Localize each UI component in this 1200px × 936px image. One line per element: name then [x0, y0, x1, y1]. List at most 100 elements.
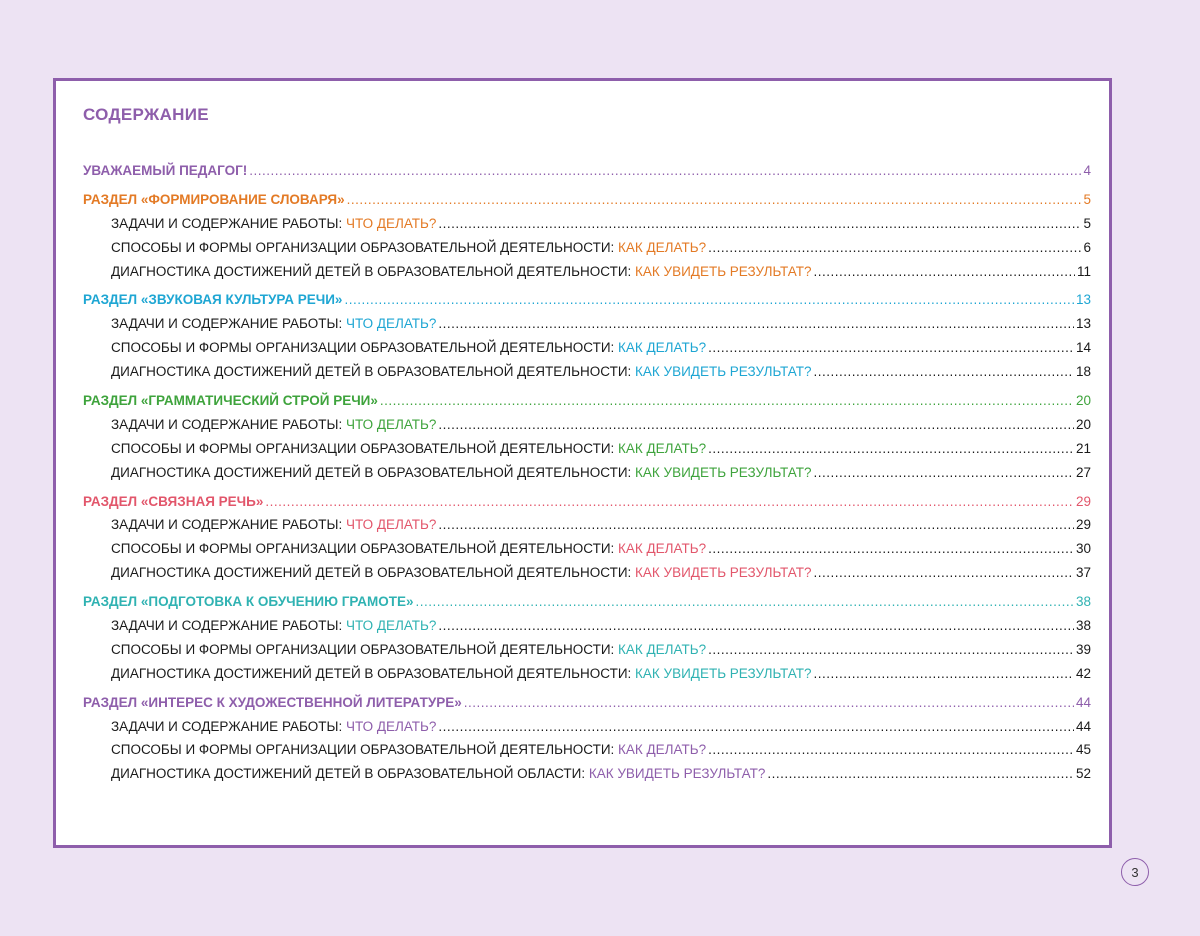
toc-subsection[interactable]: СПОСОБЫ И ФОРМЫ ОРГАНИЗАЦИИ ОБРАЗОВАТЕЛЬ… — [83, 638, 1091, 662]
section-title: РАЗДЕЛ «СВЯЗНАЯ РЕЧЬ» — [83, 493, 264, 509]
subsection-label: ДИАГНОСТИКА ДОСТИЖЕНИЙ ДЕТЕЙ В ОБРАЗОВАТ… — [111, 565, 636, 581]
toc-page-number: 38 — [1075, 618, 1091, 634]
subsection-label: ЗАДАЧИ И СОДЕРЖАНИЕ РАБОТЫ: — [111, 215, 346, 231]
subsection-highlight: КАК ДЕЛАТЬ? — [618, 541, 707, 557]
toc-leader-dots — [814, 360, 1074, 384]
toc-intro[interactable]: УВАЖАЕМЫЙ ПЕДАГОГ! 4 — [83, 159, 1091, 183]
toc-section-heading[interactable]: РАЗДЕЛ «ИНТЕРЕС К ХУДОЖЕСТВЕННОЙ ЛИТЕРАТ… — [83, 691, 1091, 715]
subsection-highlight: КАК ДЕЛАТЬ? — [618, 239, 707, 255]
subsection-label: ДИАГНОСТИКА ДОСТИЖЕНИЙ ДЕТЕЙ В ОБРАЗОВАТ… — [111, 766, 589, 782]
subsection-label: ЗАДАЧИ И СОДЕРЖАНИЕ РАБОТЫ: — [111, 618, 346, 634]
toc-page-number: 4 — [1083, 163, 1091, 178]
toc-section-heading[interactable]: РАЗДЕЛ «ГРАММАТИЧЕСКИЙ СТРОЙ РЕЧИ» 20 — [83, 389, 1091, 413]
subsection-label: СПОСОБЫ И ФОРМЫ ОРГАНИЗАЦИИ ОБРАЗОВАТЕЛЬ… — [111, 541, 619, 557]
subsection-highlight: КАК УВИДЕТЬ РЕЗУЛЬТАТ? — [635, 263, 812, 279]
subsection-label: ЗАДАЧИ И СОДЕРЖАНИЕ РАБОТЫ: — [111, 517, 346, 533]
subsection-highlight: ЧТО ДЕЛАТЬ? — [345, 618, 437, 634]
toc-list: УВАЖАЕМЫЙ ПЕДАГОГ! 4 РАЗДЕЛ «ФОРМИРОВАНИ… — [83, 159, 1091, 786]
subsection-highlight: ЧТО ДЕЛАТЬ? — [345, 215, 437, 231]
subsection-label: ЗАДАЧИ И СОДЕРЖАНИЕ РАБОТЫ: — [111, 416, 346, 432]
toc-page-number: 52 — [1075, 766, 1091, 782]
toc-page-number: 13 — [1075, 316, 1091, 332]
subsection-label: ЗАДАЧИ И СОДЕРЖАНИЕ РАБОТЫ: — [111, 316, 346, 332]
toc-leader-dots — [416, 590, 1074, 614]
toc-leader-dots — [347, 188, 1082, 212]
subsection-label: ЗАДАЧИ И СОДЕРЖАНИЕ РАБОТЫ: — [111, 718, 346, 734]
toc-leader-dots — [438, 513, 1074, 537]
toc-subsection[interactable]: ДИАГНОСТИКА ДОСТИЖЕНИЙ ДЕТЕЙ В ОБРАЗОВАТ… — [83, 260, 1091, 284]
subsection-highlight: КАК ДЕЛАТЬ? — [618, 440, 707, 456]
subsection-highlight: ЧТО ДЕЛАТЬ? — [345, 718, 437, 734]
subsection-highlight: КАК УВИДЕТЬ РЕЗУЛЬТАТ? — [635, 364, 812, 380]
toc-page-number: 11 — [1076, 263, 1091, 279]
toc-leader-dots — [438, 715, 1074, 739]
subsection-highlight: ЧТО ДЕЛАТЬ? — [345, 517, 437, 533]
toc-leader-dots — [464, 691, 1074, 715]
toc-section-heading[interactable]: РАЗДЕЛ «ФОРМИРОВАНИЕ СЛОВАРЯ» 5 — [83, 188, 1091, 212]
toc-leader-dots — [344, 288, 1074, 312]
toc-leader-dots — [438, 614, 1074, 638]
toc-page-number: 29 — [1075, 493, 1091, 509]
toc-subsection[interactable]: ЗАДАЧИ И СОДЕРЖАНИЕ РАБОТЫ: ЧТО ДЕЛАТЬ? … — [83, 413, 1091, 437]
toc-leader-dots — [265, 490, 1074, 514]
toc-subsection[interactable]: ДИАГНОСТИКА ДОСТИЖЕНИЙ ДЕТЕЙ В ОБРАЗОВАТ… — [83, 461, 1091, 485]
toc-subsection[interactable]: СПОСОБЫ И ФОРМЫ ОРГАНИЗАЦИИ ОБРАЗОВАТЕЛЬ… — [83, 437, 1091, 461]
toc-leader-dots — [708, 638, 1074, 662]
toc-subsection[interactable]: ЗАДАЧИ И СОДЕРЖАНИЕ РАБОТЫ: ЧТО ДЕЛАТЬ? … — [83, 614, 1091, 638]
toc-leader-dots — [708, 738, 1074, 762]
toc-page-number: 20 — [1075, 416, 1091, 432]
toc-leader-dots — [380, 389, 1074, 413]
toc-page-number: 44 — [1075, 718, 1091, 734]
toc-page-number: 6 — [1083, 239, 1091, 255]
toc-subsection[interactable]: ДИАГНОСТИКА ДОСТИЖЕНИЙ ДЕТЕЙ В ОБРАЗОВАТ… — [83, 662, 1091, 686]
subsection-label: ДИАГНОСТИКА ДОСТИЖЕНИЙ ДЕТЕЙ В ОБРАЗОВАТ… — [111, 665, 636, 681]
toc-subsection[interactable]: СПОСОБЫ И ФОРМЫ ОРГАНИЗАЦИИ ОБРАЗОВАТЕЛЬ… — [83, 336, 1091, 360]
page-title: СОДЕРЖАНИЕ — [83, 105, 209, 124]
toc-section-heading[interactable]: РАЗДЕЛ «СВЯЗНАЯ РЕЧЬ» 29 — [83, 490, 1091, 514]
toc-page-number: 14 — [1075, 340, 1091, 356]
toc-subsection[interactable]: СПОСОБЫ И ФОРМЫ ОРГАНИЗАЦИИ ОБРАЗОВАТЕЛЬ… — [83, 738, 1091, 762]
toc-subsection[interactable]: СПОСОБЫ И ФОРМЫ ОРГАНИЗАЦИИ ОБРАЗОВАТЕЛЬ… — [83, 537, 1091, 561]
toc-page-number: 20 — [1075, 393, 1091, 409]
toc-leader-dots — [814, 260, 1075, 284]
subsection-label: СПОСОБЫ И ФОРМЫ ОРГАНИЗАЦИИ ОБРАЗОВАТЕЛЬ… — [111, 742, 619, 758]
toc-subsection[interactable]: ДИАГНОСТИКА ДОСТИЖЕНИЙ ДЕТЕЙ В ОБРАЗОВАТ… — [83, 561, 1091, 585]
toc-page-number: 30 — [1075, 541, 1091, 557]
toc-leader-dots — [708, 537, 1074, 561]
toc-subsection[interactable]: ЗАДАЧИ И СОДЕРЖАНИЕ РАБОТЫ: ЧТО ДЕЛАТЬ? … — [83, 513, 1091, 537]
toc-page-number: 27 — [1075, 464, 1091, 480]
toc-leader-dots — [708, 437, 1074, 461]
toc-subsection[interactable]: ЗАДАЧИ И СОДЕРЖАНИЕ РАБОТЫ: ЧТО ДЕЛАТЬ? … — [83, 312, 1091, 336]
subsection-label: СПОСОБЫ И ФОРМЫ ОРГАНИЗАЦИИ ОБРАЗОВАТЕЛЬ… — [111, 239, 619, 255]
section-title: РАЗДЕЛ «ИНТЕРЕС К ХУДОЖЕСТВЕННОЙ ЛИТЕРАТ… — [83, 694, 462, 710]
subsection-label: ДИАГНОСТИКА ДОСТИЖЕНИЙ ДЕТЕЙ В ОБРАЗОВАТ… — [111, 263, 636, 279]
subsection-highlight: КАК ДЕЛАТЬ? — [618, 641, 707, 657]
toc-leader-dots — [708, 336, 1074, 360]
section-title: РАЗДЕЛ «ФОРМИРОВАНИЕ СЛОВАРЯ» — [83, 191, 345, 207]
toc-subsection[interactable]: СПОСОБЫ И ФОРМЫ ОРГАНИЗАЦИИ ОБРАЗОВАТЕЛЬ… — [83, 236, 1091, 260]
section-title: РАЗДЕЛ «ГРАММАТИЧЕСКИЙ СТРОЙ РЕЧИ» — [83, 393, 378, 409]
toc-subsection[interactable]: ЗАДАЧИ И СОДЕРЖАНИЕ РАБОТЫ: ЧТО ДЕЛАТЬ? … — [83, 212, 1091, 236]
subsection-label: СПОСОБЫ И ФОРМЫ ОРГАНИЗАЦИИ ОБРАЗОВАТЕЛЬ… — [111, 340, 619, 356]
subsection-highlight: КАК УВИДЕТЬ РЕЗУЛЬТАТ? — [635, 565, 812, 581]
toc-page-number: 44 — [1075, 694, 1091, 710]
toc-page: СОДЕРЖАНИЕ УВАЖАЕМЫЙ ПЕДАГОГ! 4 РАЗДЕЛ «… — [53, 78, 1112, 848]
toc-leader-dots — [249, 159, 1081, 183]
toc-page-number: 29 — [1075, 517, 1091, 533]
subsection-highlight: ЧТО ДЕЛАТЬ? — [345, 316, 437, 332]
toc-subsection[interactable]: ДИАГНОСТИКА ДОСТИЖЕНИЙ ДЕТЕЙ В ОБРАЗОВАТ… — [83, 360, 1091, 384]
toc-page-number: 37 — [1075, 565, 1091, 581]
toc-section-heading[interactable]: РАЗДЕЛ «ПОДГОТОВКА К ОБУЧЕНИЮ ГРАМОТЕ» 3… — [83, 590, 1091, 614]
toc-subsection[interactable]: ЗАДАЧИ И СОДЕРЖАНИЕ РАБОТЫ: ЧТО ДЕЛАТЬ? … — [83, 715, 1091, 739]
subsection-highlight: КАК УВИДЕТЬ РЕЗУЛЬТАТ? — [635, 464, 812, 480]
subsection-label: ДИАГНОСТИКА ДОСТИЖЕНИЙ ДЕТЕЙ В ОБРАЗОВАТ… — [111, 364, 636, 380]
subsection-label: СПОСОБЫ И ФОРМЫ ОРГАНИЗАЦИИ ОБРАЗОВАТЕЛЬ… — [111, 641, 619, 657]
toc-subsection[interactable]: ДИАГНОСТИКА ДОСТИЖЕНИЙ ДЕТЕЙ В ОБРАЗОВАТ… — [83, 762, 1091, 786]
subsection-highlight: ЧТО ДЕЛАТЬ? — [345, 416, 437, 432]
section-title: РАЗДЕЛ «ЗВУКОВАЯ КУЛЬТУРА РЕЧИ» — [83, 292, 343, 308]
toc-leader-dots — [814, 561, 1074, 585]
toc-section-heading[interactable]: РАЗДЕЛ «ЗВУКОВАЯ КУЛЬТУРА РЕЧИ» 13 — [83, 288, 1091, 312]
toc-page-number: 13 — [1075, 292, 1091, 308]
subsection-highlight: КАК ДЕЛАТЬ? — [618, 742, 707, 758]
toc-intro-label: УВАЖАЕМЫЙ ПЕДАГОГ! — [83, 163, 248, 178]
